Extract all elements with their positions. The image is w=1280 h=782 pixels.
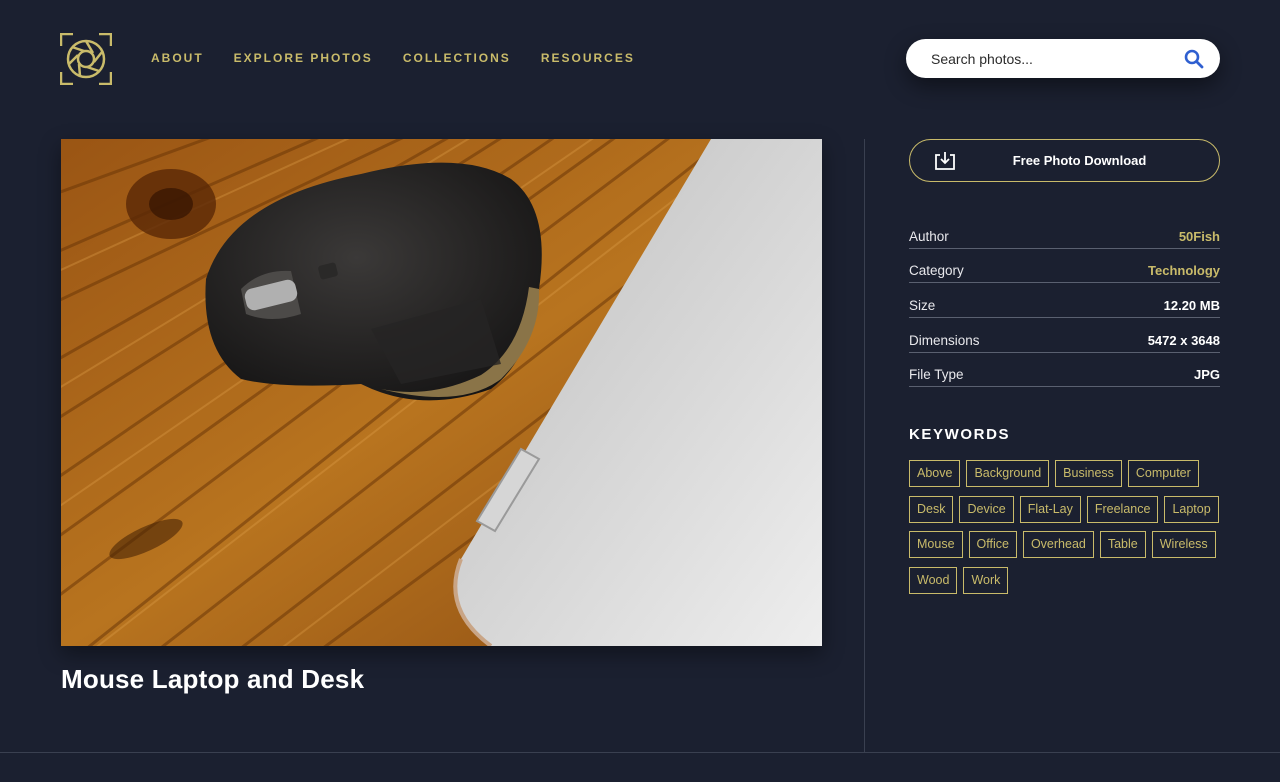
keyword-tag[interactable]: Computer <box>1127 460 1199 487</box>
main-photo[interactable] <box>61 139 822 646</box>
keyword-tag[interactable]: Desk <box>909 495 954 523</box>
nav-about[interactable]: ABOUT <box>151 51 204 65</box>
keyword-tag[interactable]: Background <box>966 460 1050 487</box>
photo-details: Author 50Fish Category Technology Size 1… <box>909 214 1220 388</box>
keyword-tag[interactable]: Table <box>1099 531 1146 558</box>
search-icon[interactable] <box>1184 49 1204 69</box>
search-bar <box>906 39 1220 78</box>
keyword-tag[interactable]: Work <box>963 566 1009 594</box>
keywords-heading: KEYWORDS <box>909 426 1011 443</box>
detail-key: Size <box>909 298 936 314</box>
keyword-tag[interactable]: Device <box>959 495 1014 523</box>
aperture-logo-icon <box>59 32 113 86</box>
keyword-tag[interactable]: Overhead <box>1022 531 1094 558</box>
detail-author: Author 50Fish <box>909 214 1220 249</box>
download-label: Free Photo Download <box>1012 153 1147 168</box>
keyword-tag[interactable]: Wireless <box>1151 531 1216 558</box>
author-link[interactable]: 50Fish <box>1179 229 1220 244</box>
photo-title: Mouse Laptop and Desk <box>61 664 365 694</box>
keywords-list: Above Background Business Computer Desk … <box>909 460 1229 594</box>
nav-explore-photos[interactable]: EXPLORE PHOTOS <box>234 51 373 65</box>
keyword-tag[interactable]: Above <box>909 460 961 487</box>
photo-image <box>61 139 822 646</box>
nav-resources[interactable]: RESOURCES <box>541 51 635 65</box>
detail-size: Size 12.20 MB <box>909 283 1220 319</box>
download-icon <box>935 152 955 170</box>
nav-collections[interactable]: COLLECTIONS <box>403 51 511 65</box>
logo[interactable] <box>59 32 113 86</box>
detail-key: Author <box>909 228 949 244</box>
main-nav: ABOUT EXPLORE PHOTOS COLLECTIONS RESOURC… <box>151 51 635 65</box>
horizontal-divider <box>0 752 1280 753</box>
detail-dimensions: Dimensions 5472 x 3648 <box>909 318 1220 353</box>
category-link[interactable]: Technology <box>1148 263 1220 278</box>
free-download-button[interactable]: Free Photo Download <box>909 139 1220 182</box>
vertical-divider <box>864 139 865 753</box>
keyword-tag[interactable]: Office <box>968 531 1017 558</box>
keyword-tag[interactable]: Mouse <box>909 531 963 558</box>
search-input[interactable] <box>931 50 1184 67</box>
detail-value: 5472 x 3648 <box>1147 332 1220 348</box>
detail-file-type: File Type JPG <box>909 353 1220 388</box>
detail-value: 12.20 MB <box>1163 298 1220 314</box>
detail-key: File Type <box>909 367 964 383</box>
detail-value: JPG <box>1193 367 1220 383</box>
keyword-tag[interactable]: Business <box>1055 460 1122 487</box>
detail-category: Category Technology <box>909 249 1220 284</box>
keyword-tag[interactable]: Laptop <box>1164 495 1219 523</box>
keyword-tag[interactable]: Flat-Lay <box>1019 495 1081 523</box>
keyword-tag[interactable]: Wood <box>909 566 958 594</box>
detail-key: Dimensions <box>909 332 980 348</box>
detail-key: Category <box>909 263 964 279</box>
keyword-tag[interactable]: Freelance <box>1086 495 1159 523</box>
